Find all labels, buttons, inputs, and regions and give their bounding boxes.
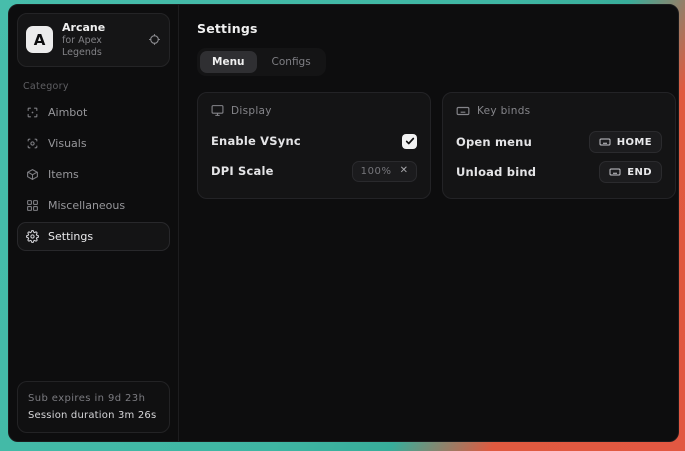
cube-icon xyxy=(26,168,39,181)
open-menu-label: Open menu xyxy=(456,135,532,149)
eye-scan-icon xyxy=(26,137,39,150)
dpi-row: DPI Scale 100% ✕ xyxy=(211,158,417,184)
display-card-header: Display xyxy=(211,104,417,117)
sidebar-nav: Aimbot Visuals Items xyxy=(17,98,170,251)
brand-subtitle: for Apex Legends xyxy=(62,35,139,59)
keybinds-card-title: Key binds xyxy=(477,105,530,117)
open-menu-key: HOME xyxy=(617,137,652,148)
sidebar-item-visuals[interactable]: Visuals xyxy=(17,129,170,158)
keyboard-icon xyxy=(609,166,621,178)
open-menu-keybind-button[interactable]: HOME xyxy=(589,131,662,153)
sidebar-item-label: Items xyxy=(48,168,79,181)
grid-icon xyxy=(26,199,39,212)
brand-text: Arcane for Apex Legends xyxy=(62,21,139,59)
sidebar-spacer xyxy=(17,251,170,382)
brand-name: Arcane xyxy=(62,21,139,35)
unload-keybind-button[interactable]: END xyxy=(599,161,662,183)
vsync-row: Enable VSync xyxy=(211,128,417,154)
keyboard-icon xyxy=(599,136,611,148)
keyboard-icon xyxy=(456,104,470,118)
sidebar-item-items[interactable]: Items xyxy=(17,160,170,189)
keybinds-card: Key binds Open menu HOME Unload bind xyxy=(442,92,676,199)
sidebar-item-label: Settings xyxy=(48,230,93,243)
keybinds-card-header: Key binds xyxy=(456,104,662,118)
sidebar: A Arcane for Apex Legends Category xyxy=(9,5,179,441)
vsync-label: Enable VSync xyxy=(211,134,301,148)
dpi-scale-input[interactable]: 100% ✕ xyxy=(352,161,417,182)
monitor-icon xyxy=(211,104,224,117)
open-menu-row: Open menu HOME xyxy=(456,129,662,155)
dpi-scale-value[interactable]: 100% xyxy=(361,166,392,177)
brand-card[interactable]: A Arcane for Apex Legends xyxy=(17,13,170,67)
tab-configs[interactable]: Configs xyxy=(260,51,323,73)
unload-key: END xyxy=(627,167,652,178)
dpi-label: DPI Scale xyxy=(211,164,274,178)
sidebar-item-aimbot[interactable]: Aimbot xyxy=(17,98,170,127)
tab-menu[interactable]: Menu xyxy=(200,51,257,73)
display-card: Display Enable VSync DPI Scale 100% ✕ xyxy=(197,92,431,199)
sidebar-item-settings[interactable]: Settings xyxy=(17,222,170,251)
sidebar-item-label: Miscellaneous xyxy=(48,199,125,212)
sidebar-item-label: Aimbot xyxy=(48,106,87,119)
unload-bind-row: Unload bind END xyxy=(456,159,662,185)
session-duration-text: Session duration 3m 26s xyxy=(28,407,159,424)
crosshair-target-icon[interactable] xyxy=(148,33,161,46)
clear-icon[interactable]: ✕ xyxy=(400,166,408,176)
settings-cards: Display Enable VSync DPI Scale 100% ✕ xyxy=(197,92,676,199)
tab-bar: Menu Configs xyxy=(197,48,326,76)
brand-logo: A xyxy=(26,26,53,53)
session-info-card: Sub expires in 9d 23h Session duration 3… xyxy=(17,381,170,433)
display-card-title: Display xyxy=(231,105,272,117)
crosshair-icon xyxy=(26,106,39,119)
gear-icon xyxy=(26,230,39,243)
main-content: Settings Menu Configs Display Enable VSy… xyxy=(179,5,679,441)
sidebar-item-label: Visuals xyxy=(48,137,87,150)
page-title: Settings xyxy=(197,21,676,36)
unload-bind-label: Unload bind xyxy=(456,165,536,179)
sidebar-item-miscellaneous[interactable]: Miscellaneous xyxy=(17,191,170,220)
category-label: Category xyxy=(23,81,164,92)
app-window: A Arcane for Apex Legends Category xyxy=(8,4,679,442)
vsync-checkbox[interactable] xyxy=(402,134,417,149)
sub-expires-text: Sub expires in 9d 23h xyxy=(28,390,159,407)
